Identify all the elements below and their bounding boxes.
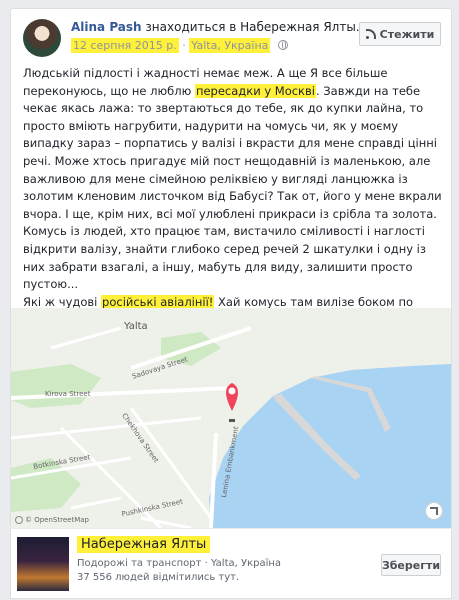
map-canvas	[11, 308, 451, 528]
highlight-airlines: російські авіалінії!	[101, 294, 215, 309]
post-text: Людській підлості і жадності немає меж. …	[23, 65, 443, 329]
post-header: Alina Pash знаходиться в Набережная Ялты…	[11, 9, 451, 65]
follow-label: Стежити	[379, 27, 435, 41]
follow-button[interactable]: Стежити	[359, 22, 441, 46]
place-category: Подорожі та транспорт · Yalta, Україна	[77, 558, 282, 569]
post-meta: 12 серпня 2015 р. · Yalta, Україна	[71, 38, 288, 53]
globe-icon	[277, 40, 288, 50]
rss-icon	[365, 29, 376, 39]
post-place[interactable]: Yalta, Україна	[189, 38, 271, 53]
save-button[interactable]: Зберегти	[381, 554, 441, 576]
post-card: Alina Pash знаходиться в Набережная Ялты…	[10, 8, 452, 528]
author-line: Alina Pash знаходиться в Набережная Ялты…	[71, 20, 360, 34]
highlight-moscow: пересадки у Москві	[194, 83, 316, 98]
post-date[interactable]: 12 серпня 2015 р.	[71, 38, 179, 53]
avatar[interactable]	[23, 19, 61, 57]
place-card[interactable]: Набережная Ялты Подорожі та транспорт · …	[10, 529, 452, 599]
place-visits: 37 556 людей відмітились тут.	[77, 572, 240, 583]
map-attribution[interactable]: © OpenStreetMap	[15, 516, 89, 524]
author-name[interactable]: Alina Pash	[71, 20, 142, 34]
street-label-kirova: Kirova Street	[45, 390, 91, 398]
osm-icon	[15, 516, 23, 524]
city-label: Yalta	[124, 321, 148, 332]
map-expand-button[interactable]	[425, 502, 443, 520]
expand-icon	[430, 507, 438, 515]
post-paragraph-1: Людській підлості і жадності немає меж. …	[23, 66, 442, 292]
place-thumbnail[interactable]	[17, 537, 69, 591]
place-name[interactable]: Набережная Ялты	[77, 536, 211, 553]
map[interactable]: Yalta Sadovaya Street Kirova Street Chek…	[11, 308, 451, 528]
location-text: знаходиться в Набережная Ялты.	[145, 20, 360, 34]
